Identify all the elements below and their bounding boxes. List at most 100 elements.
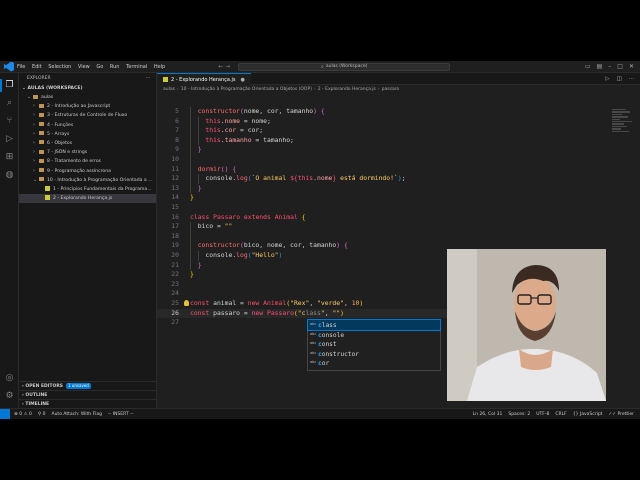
- tree-folder[interactable]: › 6 - Objetos: [19, 139, 156, 148]
- menu-go[interactable]: Go: [96, 64, 103, 70]
- lightbulb-icon[interactable]: [184, 300, 189, 306]
- outline-label: OUTLINE: [25, 393, 48, 398]
- tree-folder[interactable]: › 2 - Introdução ao Javascript: [19, 102, 156, 111]
- run-icon[interactable]: ▷: [605, 76, 609, 82]
- more-actions-icon[interactable]: ···: [629, 76, 634, 82]
- menu-edit[interactable]: Edit: [32, 64, 42, 70]
- tab-explorando-heranca[interactable]: 2 - Explorando Herança.js ●: [157, 73, 251, 85]
- close-icon[interactable]: ●: [241, 77, 245, 83]
- tree-folder[interactable]: › 8 - Tratamento de erros: [19, 157, 156, 166]
- folder-icon: [39, 103, 44, 108]
- settings-gear-icon[interactable]: ⚙: [4, 391, 15, 402]
- menu-selection[interactable]: Selection: [48, 64, 71, 70]
- outline-section[interactable]: › OUTLINE: [19, 390, 157, 399]
- code-line: 12 console.log(`O animal ${this.nome} es…: [157, 174, 597, 184]
- split-editor-icon[interactable]: ◫: [617, 76, 622, 82]
- suggest-item[interactable]: abc const: [308, 339, 440, 349]
- suggest-item[interactable]: abc console: [308, 330, 440, 340]
- code-text: }: [197, 183, 202, 192]
- tree-root-aulas[interactable]: ⌄ aulas: [19, 93, 156, 102]
- line-number: 18: [171, 231, 179, 240]
- suggest-item[interactable]: abc constructor: [308, 349, 440, 359]
- folder-icon: [39, 158, 44, 163]
- back-arrow-icon[interactable]: ←: [218, 63, 223, 70]
- menu-terminal[interactable]: Terminal: [126, 64, 147, 70]
- maximize-icon[interactable]: □: [617, 63, 623, 70]
- window-controls: ▭ ▤ – □ ✕: [585, 63, 634, 70]
- command-center-search[interactable]: ⌕ aulas (Workspace): [238, 62, 451, 71]
- language-mode[interactable]: {} JavaScript: [573, 412, 603, 417]
- workspace-header[interactable]: ⌄ AULAS (WORKSPACE): [19, 85, 156, 93]
- folder-icon: [39, 122, 44, 127]
- code-line: 6 this.nome = nome;: [157, 116, 597, 127]
- tree-file-selected[interactable]: 2 - Explorando Herança.js: [19, 194, 156, 204]
- indentation-status[interactable]: Spaces: 2: [508, 412, 530, 417]
- code-text: }: [197, 145, 202, 154]
- encoding-status[interactable]: UTF-8: [536, 412, 549, 417]
- eol-status[interactable]: CRLF: [555, 412, 566, 417]
- tree-item-label: 2 - Explorando Herança.js: [53, 196, 113, 202]
- breadcrumb-item[interactable]: 10 - Introdução à Programação Orientada …: [181, 87, 312, 92]
- tree-item-label: 6 - Objetos: [47, 140, 73, 146]
- code-text: constructor(bico, nome, cor, tamanho) {: [197, 241, 348, 250]
- code-line: 8 this.tamanho = tamanho;: [157, 135, 597, 146]
- timeline-section[interactable]: › TIMELINE: [19, 399, 157, 408]
- title-bar: File Edit Selection View Go Run Terminal…: [0, 61, 640, 73]
- suggest-item[interactable]: abc class: [307, 319, 441, 331]
- minimap-line: [612, 109, 626, 111]
- remote-explorer-icon[interactable]: ◍: [4, 170, 15, 181]
- remote-indicator-icon[interactable]: [0, 408, 10, 419]
- minimap-line: [612, 123, 624, 125]
- explorer-sidebar: EXPLORER ··· ⌄ AULAS (WORKSPACE) ⌄ aulas …: [19, 73, 157, 408]
- auto-attach-status[interactable]: Auto Attach: With Flag: [52, 412, 103, 417]
- panel-toggle-icon[interactable]: ▤: [597, 63, 603, 70]
- forward-arrow-icon[interactable]: →: [225, 63, 230, 70]
- account-icon[interactable]: ◎: [4, 373, 15, 384]
- open-editors-section[interactable]: › OPEN EDITORS 1 unsaved: [19, 381, 157, 390]
- chevron-right-icon: ›: [176, 87, 179, 92]
- tab-label: 2 - Explorando Herança.js: [171, 76, 236, 83]
- cursor-position[interactable]: Ln 26, Col 31: [473, 412, 503, 417]
- explorer-icon[interactable]: ❐: [4, 80, 15, 91]
- js-file-icon: [45, 185, 50, 191]
- tree-folder[interactable]: › 7 - JSON e strings: [19, 148, 156, 157]
- breadcrumb-item[interactable]: passaro: [382, 87, 400, 92]
- more-actions-icon[interactable]: ···: [146, 73, 150, 85]
- layout-toggle-icon[interactable]: ▭: [585, 63, 591, 70]
- line-number: 20: [171, 251, 179, 259]
- minimap-line: [612, 118, 620, 120]
- suggest-rest: onsole: [321, 331, 345, 339]
- tree-folder[interactable]: › 9 - Programação assíncrona: [19, 167, 156, 176]
- breadcrumb-item[interactable]: aulas: [163, 87, 175, 92]
- folder-icon: [39, 149, 44, 154]
- search-icon[interactable]: ⌕: [4, 98, 15, 109]
- prettier-status[interactable]: ✓✓ Prettier: [608, 412, 634, 417]
- letterbox-bottom: [0, 419, 640, 480]
- menu-view[interactable]: View: [78, 64, 90, 70]
- minimap[interactable]: [612, 109, 634, 139]
- breadcrumb-item[interactable]: 2 - Explorando Herança.js: [318, 87, 376, 92]
- tree-folder[interactable]: › 4 - Funções: [19, 121, 156, 130]
- tree-folder-open[interactable]: ⌄ 10 - Introdução à Programação Orientada…: [19, 176, 156, 185]
- line-number: 11: [171, 164, 179, 173]
- tree-file[interactable]: 1 - Princípios Fundamentais da Programa.…: [19, 185, 156, 194]
- line-number: 25: [171, 299, 179, 307]
- line-number: 5: [175, 107, 179, 115]
- suggest-item[interactable]: abc cor: [308, 358, 440, 368]
- extensions-icon[interactable]: ⊞: [4, 152, 15, 163]
- menu-file[interactable]: File: [17, 64, 25, 70]
- menu-run[interactable]: Run: [110, 64, 120, 70]
- ports-indicator[interactable]: ⚲ 0: [38, 412, 46, 417]
- tree-folder[interactable]: › 3 - Estruturas de Controle de Fluxo: [19, 111, 156, 120]
- close-icon[interactable]: ✕: [629, 63, 634, 70]
- line-number: 15: [171, 203, 179, 211]
- tree-folder[interactable]: › 5 - Arrays: [19, 130, 156, 139]
- run-debug-icon[interactable]: ▷: [4, 134, 15, 145]
- problems-indicator[interactable]: ⊗ 0 ⚠ 0: [14, 412, 32, 417]
- text-word-icon: abc: [310, 331, 317, 336]
- minimize-icon[interactable]: –: [608, 63, 611, 70]
- source-control-icon[interactable]: ⑂: [4, 116, 15, 127]
- code-text: console.log(`O animal ${this.nome} está …: [190, 174, 406, 183]
- menu-help[interactable]: Help: [154, 64, 165, 70]
- code-text: bico = "": [197, 222, 233, 231]
